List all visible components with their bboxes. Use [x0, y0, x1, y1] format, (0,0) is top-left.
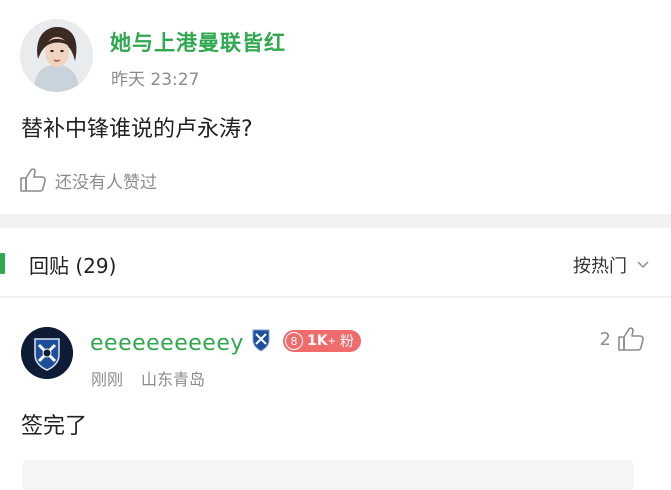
post-like-text: 还没有人赞过 [55, 172, 157, 193]
fan-level-icon: 8 [285, 332, 303, 350]
post-timestamp: 昨天 23:27 [111, 70, 200, 90]
fan-suffix: 粉 [339, 334, 354, 350]
reply-content: 签完了 [21, 414, 88, 439]
reply-like-button[interactable]: 2 [600, 326, 645, 352]
fan-level-badge: 8 1K + 粉 [283, 330, 361, 352]
author-avatar[interactable] [20, 19, 93, 92]
chevron-down-icon [637, 261, 649, 269]
reply-avatar[interactable] [21, 327, 73, 379]
replies-accent-bar [0, 253, 5, 274]
sort-dropdown[interactable]: 按热门 [573, 252, 649, 278]
team-crest-icon [252, 329, 270, 352]
fan-count: 1K [307, 333, 328, 349]
sub-replies-box[interactable] [22, 460, 634, 490]
replies-header: 回贴 (29) 按热门 [0, 228, 671, 296]
post-content: 替补中锋谁说的卢永涛? [21, 117, 253, 142]
fan-plus: + [327, 335, 336, 347]
thumbs-up-icon [618, 327, 644, 351]
reply-like-count: 2 [599, 328, 611, 350]
section-divider [0, 214, 671, 228]
post-card: 她与上港曼联皆红 昨天 23:27 替补中锋谁说的卢永涛? 还没有人赞过 [0, 0, 671, 214]
post-author-name[interactable]: 她与上港曼联皆红 [110, 27, 286, 57]
reply-item: eeeeeeeeeey 8 1K + 粉 刚刚 山东青岛 2 签完了 [0, 298, 671, 490]
post-like-button[interactable]: 还没有人赞过 [19, 166, 157, 194]
reply-timestamp: 刚刚 [91, 370, 124, 389]
sort-label: 按热门 [573, 256, 627, 277]
reply-location: 山东青岛 [141, 370, 206, 389]
thumbs-up-icon [20, 168, 46, 192]
reply-username[interactable]: eeeeeeeeeey [90, 331, 244, 356]
replies-title: 回贴 (29) [29, 254, 117, 278]
